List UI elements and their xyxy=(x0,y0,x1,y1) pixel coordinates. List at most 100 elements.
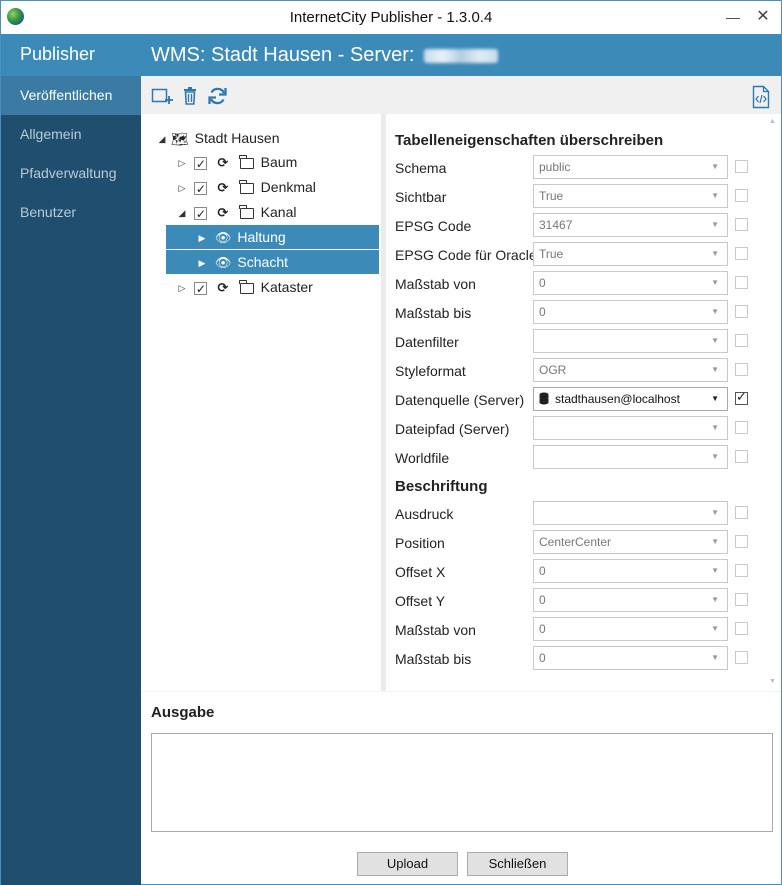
scroll-down-arrow-icon[interactable]: ▼ xyxy=(769,678,776,685)
layer-checkbox[interactable] xyxy=(193,177,207,201)
expand-icon[interactable]: ▶ xyxy=(197,226,207,250)
collapse-icon[interactable]: ◢ xyxy=(177,201,187,225)
select-value: True xyxy=(539,247,564,261)
dropdown-arrow-icon: ▼ xyxy=(711,249,719,258)
epsg-oracle-select[interactable]: True ▼ xyxy=(533,242,728,266)
offset-x-select[interactable]: 0 ▼ xyxy=(533,559,728,583)
override-checkbox[interactable] xyxy=(735,276,748,289)
output-textarea[interactable] xyxy=(151,733,773,832)
layer-checkbox[interactable] xyxy=(193,152,207,176)
sync-icon: ⟳ xyxy=(217,180,229,196)
expand-icon[interactable]: ▷ xyxy=(177,276,187,300)
scroll-up-arrow-icon[interactable]: ▲ xyxy=(769,118,776,125)
epsg-code-select[interactable]: 31467 ▼ xyxy=(533,213,728,237)
label-massstab-bis-select[interactable]: 0 ▼ xyxy=(533,646,728,670)
delete-icon[interactable] xyxy=(180,85,202,107)
prop-label: EPSG Code xyxy=(395,218,472,234)
sichtbar-select[interactable]: True ▼ xyxy=(533,184,728,208)
prop-row-datenquelle: Datenquelle (Server) stadthausen@localho… xyxy=(386,386,768,415)
select-value: OGR xyxy=(539,363,567,377)
refresh-icon[interactable] xyxy=(207,85,229,107)
override-checkbox[interactable] xyxy=(735,160,748,173)
override-checkbox[interactable] xyxy=(735,247,748,260)
tree-node-schacht[interactable]: ▶ 👁 Schacht xyxy=(166,250,379,274)
override-checkbox[interactable] xyxy=(735,421,748,434)
override-checkbox[interactable] xyxy=(735,305,748,318)
label-massstab-von-select[interactable]: 0 ▼ xyxy=(533,617,728,641)
close-window-button[interactable]: ✕ xyxy=(753,7,773,27)
minimize-button[interactable]: — xyxy=(723,7,743,27)
select-value: True xyxy=(539,189,564,203)
select-value: public xyxy=(539,160,571,174)
dropdown-arrow-icon: ▼ xyxy=(711,566,719,575)
override-checkbox[interactable] xyxy=(735,564,748,577)
section-title-table-props: Tabelleneigenschaften überschreiben xyxy=(395,132,664,149)
override-checkbox[interactable] xyxy=(735,535,748,548)
divider xyxy=(141,691,781,692)
close-button[interactable]: Schließen xyxy=(467,852,568,876)
select-value: 31467 xyxy=(539,218,573,232)
sidebar-item-pfadverwaltung[interactable]: Pfadverwaltung xyxy=(1,154,141,193)
expand-icon[interactable]: ▷ xyxy=(177,176,187,200)
upload-button[interactable]: Upload xyxy=(357,852,458,876)
folder-icon xyxy=(239,279,254,294)
prop-label: Maßstab bis xyxy=(395,305,472,321)
sidebar-item-allgemein[interactable]: Allgemein xyxy=(1,115,141,154)
properties-panel: Tabelleneigenschaften überschreiben Sche… xyxy=(386,121,768,691)
sidebar-item-veroeffentlichen[interactable]: Veröffentlichen xyxy=(1,76,141,115)
position-select[interactable]: CenterCenter ▼ xyxy=(533,530,728,554)
sidebar-header: Publisher xyxy=(1,34,141,76)
tree-node-label: Baum xyxy=(260,154,298,170)
tree-node-label: Denkmal xyxy=(260,179,316,195)
tree-root[interactable]: ◢ 🗺 Stadt Hausen xyxy=(157,126,280,150)
prop-row-epsg-oracle: EPSG Code für Oracle True ▼ xyxy=(386,241,768,270)
sync-icon: ⟳ xyxy=(217,155,229,171)
tree-node-label: Kataster xyxy=(260,279,313,295)
ausdruck-select[interactable]: ▼ xyxy=(533,501,728,525)
tree-node-label: Kanal xyxy=(260,204,297,220)
override-checkbox[interactable] xyxy=(735,506,748,519)
collapse-icon[interactable]: ◢ xyxy=(157,127,167,151)
prop-label: EPSG Code für Oracle xyxy=(395,247,537,263)
override-checkbox[interactable] xyxy=(735,389,748,405)
dropdown-arrow-icon: ▼ xyxy=(711,162,719,171)
tree-node-haltung[interactable]: ▶ 👁 Haltung xyxy=(166,225,379,249)
schema-select[interactable]: public ▼ xyxy=(533,155,728,179)
override-checkbox[interactable] xyxy=(735,189,748,202)
tree-node-denkmal[interactable]: ▷ ⟳ Denkmal xyxy=(177,175,316,201)
sidebar-item-benutzer[interactable]: Benutzer xyxy=(1,193,141,232)
override-checkbox[interactable] xyxy=(735,218,748,231)
worldfile-select[interactable]: ▼ xyxy=(533,445,728,469)
datenfilter-select[interactable]: ▼ xyxy=(533,329,728,353)
prop-row-position: Position CenterCenter ▼ xyxy=(386,529,768,558)
layer-checkbox[interactable] xyxy=(193,202,207,226)
override-checkbox[interactable] xyxy=(735,363,748,376)
override-checkbox[interactable] xyxy=(735,593,748,606)
massstab-bis-select[interactable]: 0 ▼ xyxy=(533,300,728,324)
prop-row-label-massstab-von: Maßstab von 0 ▼ xyxy=(386,616,768,645)
dateipfad-select[interactable]: ▼ xyxy=(533,416,728,440)
layer-checkbox[interactable] xyxy=(193,277,207,301)
dropdown-arrow-icon: ▼ xyxy=(711,278,719,287)
massstab-von-select[interactable]: 0 ▼ xyxy=(533,271,728,295)
styleformat-select[interactable]: OGR ▼ xyxy=(533,358,728,382)
override-checkbox[interactable] xyxy=(735,450,748,463)
override-checkbox[interactable] xyxy=(735,651,748,664)
tree-node-kataster[interactable]: ▷ ⟳ Kataster xyxy=(177,275,313,301)
expand-icon[interactable]: ▶ xyxy=(197,251,207,275)
prop-label: Dateipfad (Server) xyxy=(395,421,510,437)
add-layer-icon[interactable] xyxy=(151,85,173,107)
override-checkbox[interactable] xyxy=(735,622,748,635)
prop-label: Offset X xyxy=(395,564,446,580)
expand-icon[interactable]: ▷ xyxy=(177,151,187,175)
tree-node-baum[interactable]: ▷ ⟳ Baum xyxy=(177,150,298,176)
code-file-icon[interactable] xyxy=(750,85,772,109)
offset-y-select[interactable]: 0 ▼ xyxy=(533,588,728,612)
dropdown-arrow-icon: ▼ xyxy=(711,307,719,316)
datenquelle-select[interactable]: stadthausen@localhost ▼ xyxy=(533,387,728,411)
override-checkbox[interactable] xyxy=(735,334,748,347)
window-title: InternetCity Publisher - 1.3.0.4 xyxy=(289,9,493,26)
select-value: stadthausen@localhost xyxy=(555,392,680,406)
select-value: 0 xyxy=(539,651,546,665)
tree-node-kanal[interactable]: ◢ ⟳ Kanal xyxy=(177,200,297,226)
